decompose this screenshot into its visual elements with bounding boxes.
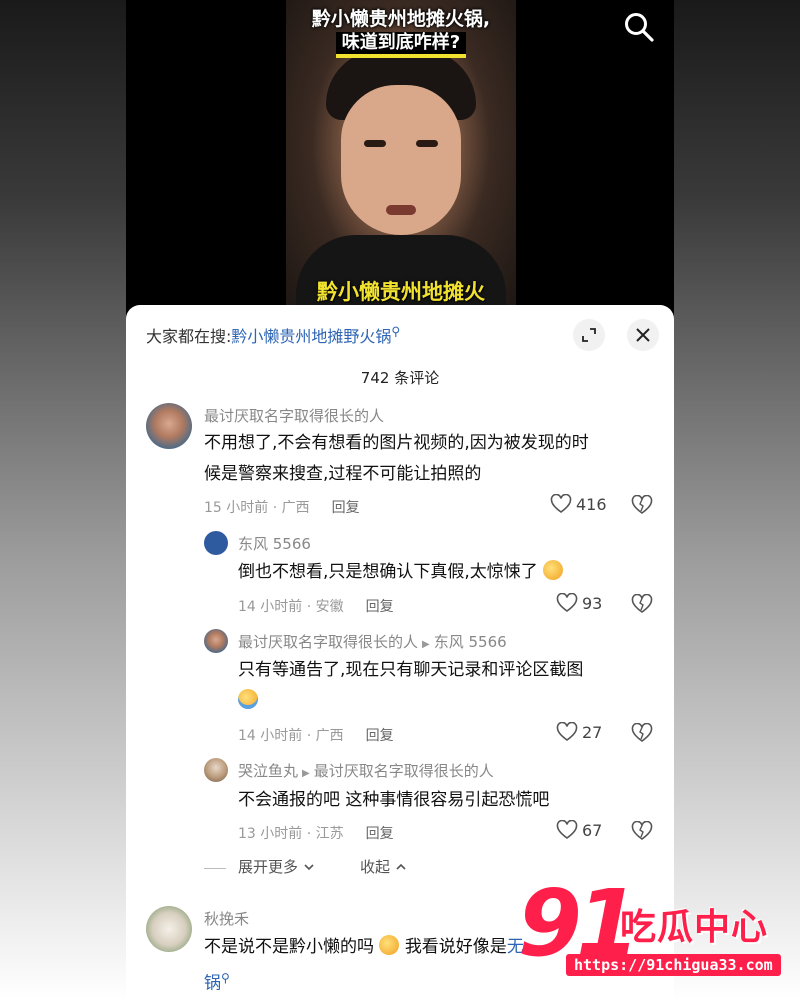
collapse-button[interactable]: 收起 bbox=[360, 856, 407, 877]
comment-username: 哭泣鱼丸 ▶ 最讨厌取名字取得很长的人 bbox=[238, 760, 494, 781]
comment-count: 742 条评论 bbox=[360, 369, 440, 387]
scared-emoji-icon bbox=[543, 560, 564, 580]
small-search-icon: ⚲ bbox=[221, 971, 230, 985]
reply-button[interactable]: 回复 bbox=[366, 599, 394, 615]
person-mouth bbox=[386, 205, 416, 215]
like-button[interactable]: 416 bbox=[550, 494, 607, 514]
comment-text-part: 我看说好像是 bbox=[404, 937, 507, 957]
expand-more-button[interactable]: 展开更多 bbox=[238, 856, 315, 877]
divider bbox=[204, 868, 226, 869]
heart-icon bbox=[556, 722, 578, 741]
broken-heart-icon[interactable] bbox=[631, 594, 653, 614]
avatar[interactable] bbox=[146, 403, 192, 449]
reply-author[interactable]: 哭泣鱼丸 bbox=[238, 762, 298, 780]
reply-button[interactable]: 回复 bbox=[332, 500, 360, 516]
chevron-up-icon bbox=[396, 863, 406, 870]
watermark-name: 吃瓜中心 bbox=[620, 907, 769, 948]
search-icon[interactable] bbox=[622, 10, 656, 44]
comment-time-location: 15 小时前 · 广西 bbox=[204, 500, 310, 516]
video-title-line1: 黔小懒贵州地摊火锅, bbox=[311, 8, 491, 30]
broken-heart-icon[interactable] bbox=[631, 723, 653, 743]
small-search-icon: ⚲ bbox=[391, 324, 401, 339]
reply-button[interactable]: 回复 bbox=[366, 728, 394, 744]
avatar[interactable] bbox=[204, 758, 228, 782]
video-player[interactable]: 黔小懒贵州地摊火锅, 味道到底咋样? 黔小懒贵州地摊火 bbox=[126, 0, 674, 335]
expand-more-label: 展开更多 bbox=[238, 858, 299, 876]
comment-meta: 13 小时前 · 江苏 回复 bbox=[238, 823, 394, 843]
like-button[interactable]: 27 bbox=[556, 722, 602, 742]
comment-text-part: 不是说不是黔小懒的吗 bbox=[204, 937, 374, 957]
comment-meta: 14 小时前 · 广西 回复 bbox=[238, 725, 394, 745]
comment-username[interactable]: 秋挽禾 bbox=[204, 908, 249, 929]
heart-icon bbox=[556, 593, 578, 612]
person-eye-right bbox=[416, 140, 438, 147]
trending-search[interactable]: 大家都在搜:黔小懒贵州地摊野火锅⚲ bbox=[146, 323, 400, 347]
chevron-down-icon bbox=[304, 864, 314, 871]
video-title: 黔小懒贵州地摊火锅, 味道到底咋样? bbox=[286, 6, 516, 58]
avatar[interactable] bbox=[204, 629, 228, 653]
watermark: 91 吃瓜中心 https://91chigua33.com bbox=[518, 874, 798, 992]
crying-laughing-emoji-icon bbox=[238, 689, 258, 709]
comment-text-line: 只有等通告了,现在只有聊天记录和评论区截图 bbox=[238, 660, 584, 680]
trending-search-keyword[interactable]: 黔小懒贵州地摊野火锅 bbox=[231, 327, 391, 346]
trending-search-prefix: 大家都在搜: bbox=[146, 327, 232, 346]
reply-arrow-icon: ▶ bbox=[302, 768, 310, 779]
comment-username: 最讨厌取名字取得很长的人 ▶ 东风 5566 bbox=[238, 631, 507, 652]
reply-arrow-icon: ▶ bbox=[422, 639, 430, 650]
avatar[interactable] bbox=[146, 906, 192, 952]
shocked-emoji-icon bbox=[379, 935, 400, 955]
like-count: 27 bbox=[582, 722, 603, 742]
like-count: 93 bbox=[582, 593, 603, 613]
close-button[interactable] bbox=[627, 319, 659, 351]
comment-time-location: 13 小时前 · 江苏 bbox=[238, 826, 344, 842]
like-button[interactable]: 93 bbox=[556, 593, 602, 613]
comment-text: 不会通报的吧 这种事情很容易引起恐慌吧 bbox=[238, 790, 550, 810]
heart-icon bbox=[550, 494, 572, 513]
comment-text-line: 不用想了,不会有想看的图片视频的,因为被发现的时 bbox=[204, 433, 589, 453]
comment-username[interactable]: 最讨厌取名字取得很长的人 bbox=[204, 405, 384, 426]
person-eye-left bbox=[364, 140, 386, 147]
reply-button[interactable]: 回复 bbox=[366, 826, 394, 842]
like-count: 67 bbox=[582, 820, 603, 840]
comment-time-location: 14 小时前 · 安徽 bbox=[238, 599, 344, 615]
collapse-label: 收起 bbox=[360, 858, 391, 876]
comment-keyword-link[interactable]: 锅 bbox=[204, 974, 221, 994]
comment-text: 不用想了,不会有想看的图片视频的,因为被发现的时 候是警察来搜查,过程不可能让拍… bbox=[204, 428, 664, 490]
comment-time-location: 14 小时前 · 广西 bbox=[238, 728, 344, 744]
reply-target[interactable]: 最讨厌取名字取得很长的人 bbox=[314, 762, 494, 780]
reply-target[interactable]: 东风 5566 bbox=[434, 633, 507, 651]
expand-button[interactable] bbox=[573, 319, 605, 351]
watermark-url: https://91chigua33.com bbox=[566, 954, 781, 976]
comment-text-line: 候是警察来搜查,过程不可能让拍照的 bbox=[204, 464, 482, 484]
video-caption: 黔小懒贵州地摊火 bbox=[317, 280, 485, 304]
phone-screen: 黔小懒贵州地摊火锅, 味道到底咋样? 黔小懒贵州地摊火 大家都在搜:黔小懒贵州地… bbox=[126, 0, 674, 1000]
video-title-line2: 味道到底咋样? bbox=[335, 32, 467, 58]
expand-icon bbox=[582, 328, 596, 342]
close-icon bbox=[636, 328, 650, 342]
avatar[interactable] bbox=[204, 531, 228, 555]
reply-author[interactable]: 最讨厌取名字取得很长的人 bbox=[238, 633, 418, 651]
comment-meta: 14 小时前 · 安徽 回复 bbox=[238, 596, 394, 616]
comment-text-line: 倒也不想看,只是想确认下真假,太惊悚了 bbox=[238, 562, 538, 582]
comment-text: 只有等通告了,现在只有聊天记录和评论区截图 bbox=[238, 655, 658, 717]
like-count: 416 bbox=[576, 494, 607, 514]
like-button[interactable]: 67 bbox=[556, 820, 602, 840]
heart-icon bbox=[556, 820, 578, 839]
comment-username[interactable]: 东风 5566 bbox=[238, 533, 311, 554]
broken-heart-icon[interactable] bbox=[631, 495, 653, 515]
comment-text: 倒也不想看,只是想确认下真假,太惊悚了 bbox=[238, 557, 658, 588]
broken-heart-icon[interactable] bbox=[631, 821, 653, 841]
comment-meta: 15 小时前 · 广西 回复 bbox=[204, 497, 360, 517]
